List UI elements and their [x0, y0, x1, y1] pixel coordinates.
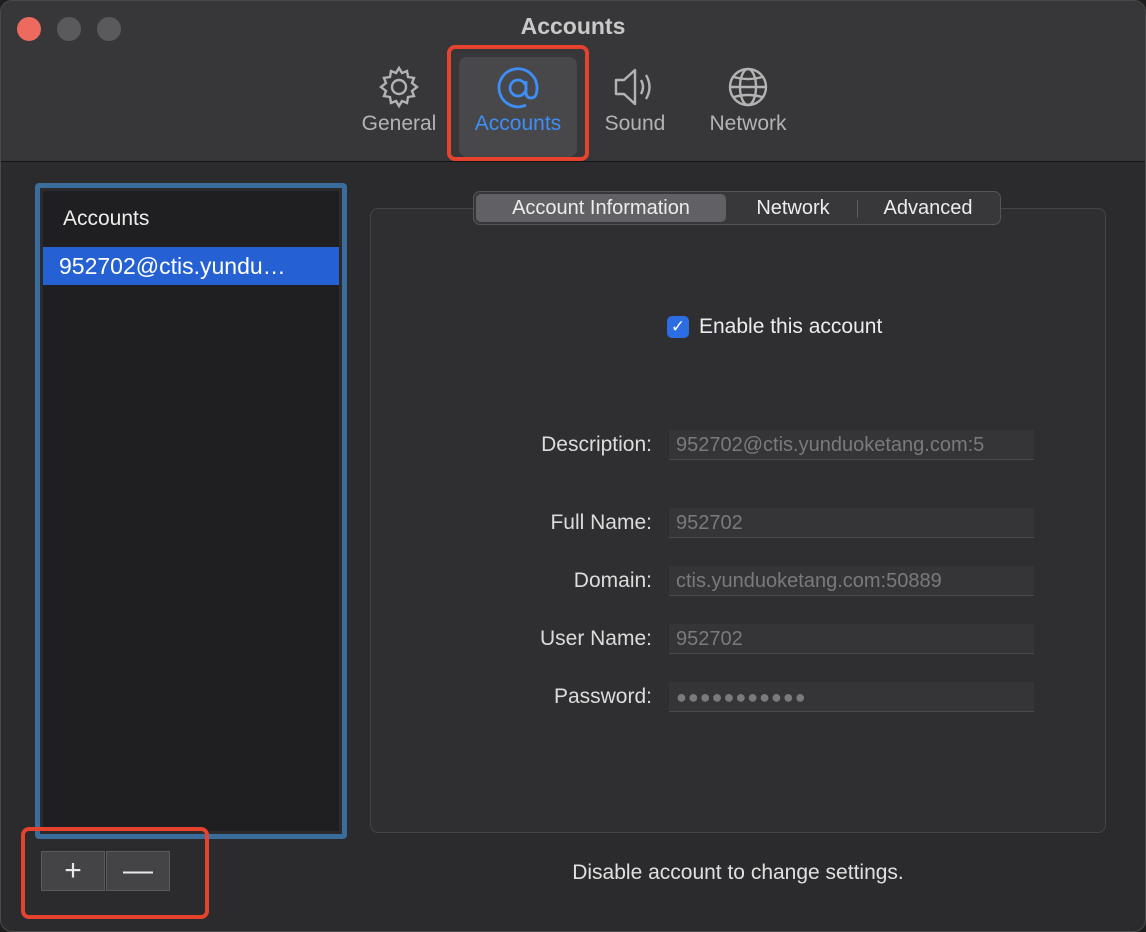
full-name-label: Full Name: — [550, 511, 652, 534]
description-label: Description: — [541, 433, 652, 456]
user-name-field[interactable]: 952702 — [669, 624, 1034, 654]
toolbar-general[interactable]: General — [353, 57, 445, 157]
enable-account-checkbox[interactable]: ✓ — [667, 316, 689, 338]
add-account-button[interactable]: + — [41, 851, 105, 891]
toolbar-label: Network — [709, 112, 787, 135]
full-name-field[interactable]: 952702 — [669, 508, 1034, 538]
disable-account-note: Disable account to change settings. — [572, 861, 904, 884]
enable-account-label[interactable]: Enable this account — [699, 315, 882, 339]
tab-divider — [857, 200, 858, 218]
toolbar-label: Accounts — [474, 112, 562, 135]
tab-network[interactable]: Network — [728, 194, 858, 222]
description-field[interactable]: 952702@ctis.yunduoketang.com:5 — [669, 430, 1034, 460]
accounts-list-header: Accounts — [63, 207, 150, 230]
account-list-item[interactable]: 952702@ctis.yundu… — [43, 247, 339, 285]
speaker-icon — [614, 68, 651, 106]
toolbar-network[interactable]: Network — [697, 57, 799, 157]
tab-advanced[interactable]: Advanced — [860, 194, 996, 222]
remove-account-button[interactable]: — — [106, 851, 170, 891]
settings-tabs: Account Information Network Advanced — [473, 191, 1001, 225]
user-name-label: User Name: — [539, 627, 652, 650]
gear-icon — [379, 65, 419, 109]
toolbar-label: Sound — [604, 112, 666, 135]
domain-field[interactable]: ctis.yunduoketang.com:50889 — [669, 566, 1034, 596]
toolbar-accounts[interactable]: Accounts — [459, 57, 577, 157]
globe-icon — [728, 67, 768, 107]
tab-account-information[interactable]: Account Information — [476, 194, 726, 222]
at-icon — [497, 67, 539, 109]
toolbar-label: General — [361, 112, 437, 135]
toolbar-sound[interactable]: Sound — [593, 57, 677, 157]
password-label: Password: — [553, 685, 652, 708]
window-title: Accounts — [520, 13, 626, 39]
preferences-window: Accounts General Accounts Sound Network … — [0, 0, 1146, 932]
accounts-list[interactable]: Accounts 952702@ctis.yundu… — [43, 191, 339, 831]
titlebar: Accounts General Accounts Sound Network — [1, 1, 1145, 162]
domain-label: Domain: — [573, 569, 652, 592]
password-field[interactable]: ●●●●●●●●●●● — [669, 682, 1034, 712]
